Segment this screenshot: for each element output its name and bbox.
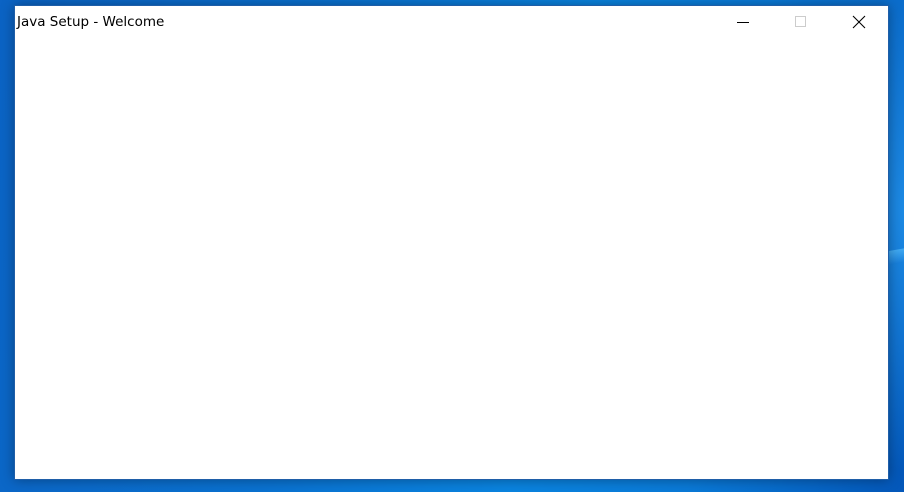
maximize-button[interactable] (778, 6, 824, 37)
close-button[interactable] (836, 6, 882, 37)
setup-window: Java Setup - Welcome (14, 5, 889, 480)
minimize-button[interactable] (720, 6, 766, 37)
window-title: Java Setup - Welcome (17, 14, 165, 30)
minimize-icon (737, 21, 749, 23)
title-bar[interactable]: Java Setup - Welcome (15, 6, 888, 37)
window-content-area (15, 37, 888, 479)
close-icon (852, 15, 866, 28)
maximize-icon (795, 15, 806, 27)
